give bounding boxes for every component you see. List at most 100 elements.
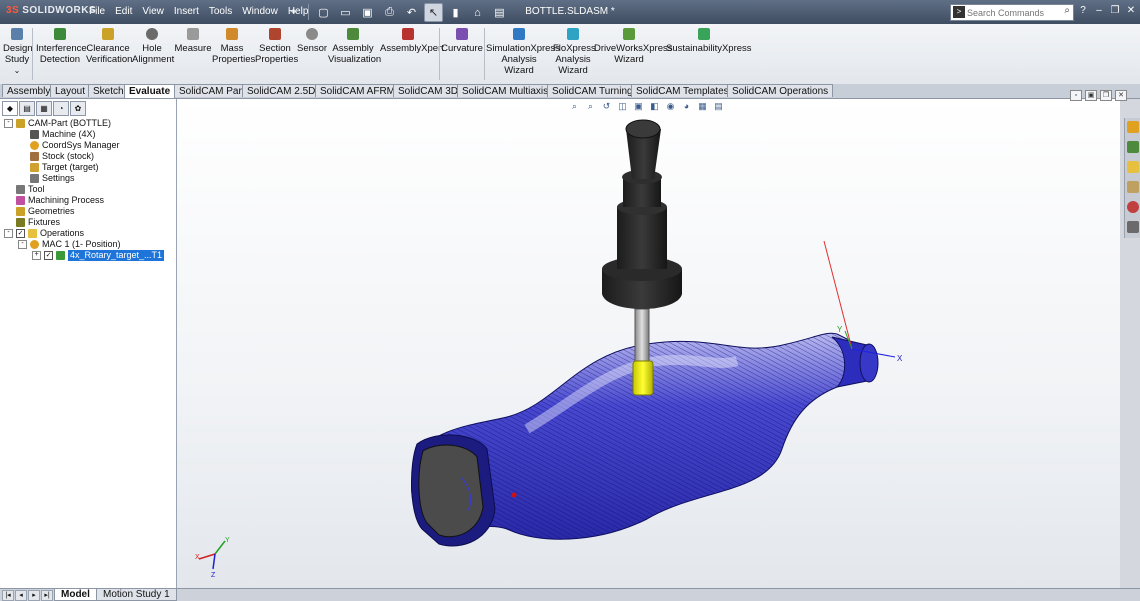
tab-solidcam-multiaxis[interactable]: SolidCAM Multiaxis (457, 84, 554, 97)
tab-layout[interactable]: Layout (50, 84, 91, 97)
tab-solidcam-operations[interactable]: SolidCAM Operations (727, 84, 834, 97)
next-tab-icon[interactable]: ▸ (28, 590, 40, 601)
view-palette-icon[interactable] (1127, 181, 1139, 193)
coordsys-icon (30, 141, 39, 150)
design-library-icon[interactable] (1127, 141, 1139, 153)
select-arrow-icon[interactable]: ↖ (424, 3, 443, 22)
measure-button[interactable]: Measure (174, 28, 212, 54)
file-explorer-icon[interactable] (1127, 161, 1139, 173)
minimize-button[interactable]: – (1092, 2, 1106, 20)
fixtures-icon (16, 218, 25, 227)
tree-item-rotary-operation[interactable]: + ✓ 4x_Rotary_target_...T1 (32, 250, 165, 261)
pushpin-icon[interactable]: ⌖ (284, 3, 303, 22)
collapse-icon[interactable]: - (4, 229, 13, 238)
previous-tab-icon[interactable]: ◂ (15, 590, 27, 601)
appearances-scenes-icon[interactable] (1127, 201, 1139, 213)
viewport-minimize-icon[interactable]: ▫ (1070, 90, 1082, 101)
help-icon[interactable]: ? (1076, 2, 1090, 20)
tree-item-geometries[interactable]: Geometries (16, 206, 75, 217)
property-manager-tab-icon[interactable]: ▦ (36, 101, 52, 116)
menu-window[interactable]: Window (237, 0, 283, 24)
viewport-restore-icon[interactable]: ❐ (1100, 90, 1112, 101)
simulationxpress-button[interactable]: SimulationXpress Analysis Wizard (486, 28, 560, 76)
configuration-manager-tab-icon[interactable]: ◔ (53, 101, 69, 116)
interference-detection-button[interactable]: Interference Detection (36, 28, 87, 65)
assembly-visualization-icon (347, 28, 359, 40)
sensor-button[interactable]: Sensor (297, 28, 327, 54)
solidcam-manager-tab-icon[interactable]: ◆ (2, 101, 18, 116)
hole-alignment-button[interactable]: Hole Alignment (132, 28, 174, 65)
tab-model[interactable]: Model (54, 589, 97, 601)
tab-evaluate[interactable]: Evaluate (124, 84, 176, 98)
tab-solidcam-turning[interactable]: SolidCAM Turning (547, 84, 638, 97)
sustainabilityxpress-button[interactable]: SustainabilityXpress (666, 28, 752, 54)
checkbox-checked-icon[interactable]: ✓ (16, 229, 25, 238)
design-study-button[interactable]: Design Study ⌄ (3, 28, 33, 76)
menu-tools[interactable]: Tools (204, 0, 237, 24)
save-icon[interactable]: ▣ (358, 3, 377, 22)
collapse-icon[interactable]: - (4, 119, 13, 128)
first-tab-icon[interactable]: |◂ (2, 590, 14, 601)
checkbox-checked-icon[interactable]: ✓ (44, 251, 53, 260)
search-input[interactable] (967, 5, 1053, 20)
tree-item-fixtures[interactable]: Fixtures (16, 217, 60, 228)
tree-item-stock[interactable]: Stock (stock) (30, 151, 94, 162)
search-scope-icon[interactable]: > (953, 6, 965, 18)
tree-item-operations[interactable]: - ✓ Operations (4, 228, 84, 239)
open-folder-icon[interactable]: ▭ (336, 3, 355, 22)
file-properties-icon[interactable]: ⌂ (468, 3, 487, 22)
tree-item-cam-part[interactable]: - CAM-Part (BOTTLE) (4, 118, 111, 129)
search-commands-box[interactable]: > ⌕ (950, 4, 1074, 21)
new-document-icon[interactable]: ▢ (314, 3, 333, 22)
tab-solidcam-part[interactable]: SolidCAM Part (174, 84, 250, 97)
menu-view[interactable]: View (137, 0, 169, 24)
rebuild-icon[interactable]: ▮ (446, 3, 465, 22)
tab-solidcam-3d[interactable]: SolidCAM 3D (393, 84, 464, 97)
feature-tree-tab-icon[interactable]: ▤ (19, 101, 35, 116)
close-button[interactable]: ✕ (1124, 2, 1138, 20)
mass-properties-button[interactable]: Mass Properties (212, 28, 255, 65)
tree-item-mac-1[interactable]: - MAC 1 (1- Position) (18, 239, 121, 250)
tab-solidcam-afrm[interactable]: SolidCAM AFRM (315, 84, 401, 97)
curvature-button[interactable]: Curvature (441, 28, 483, 54)
assembly-visualization-button[interactable]: Assembly Visualization (328, 28, 381, 65)
design-study-label: Design Study (3, 43, 33, 65)
search-icon[interactable]: ⌕ (1064, 5, 1070, 16)
tab-assembly[interactable]: Assembly (2, 84, 56, 97)
tree-item-target[interactable]: Target (target) (30, 162, 99, 173)
bottle-base-end[interactable] (411, 434, 496, 547)
restore-button[interactable]: ❐ (1108, 2, 1122, 20)
last-tab-icon[interactable]: ▸| (41, 590, 53, 601)
driveworksxpress-button[interactable]: DriveWorksXpress Wizard (594, 28, 672, 65)
display-manager-tab-icon[interactable]: ✿ (70, 101, 86, 116)
menu-insert[interactable]: Insert (169, 0, 204, 24)
options-icon[interactable]: ▤ (490, 3, 509, 22)
simulationxpress-label: SimulationXpress Analysis Wizard (486, 43, 560, 76)
tree-item-coordsys-manager[interactable]: CoordSys Manager (30, 140, 120, 151)
task-pane-tabs (1124, 118, 1140, 238)
collapse-icon[interactable]: - (18, 240, 27, 249)
tab-sketch[interactable]: Sketch (88, 84, 129, 97)
tab-solidcam-25d[interactable]: SolidCAM 2.5D (242, 84, 321, 97)
tab-solidcam-templates[interactable]: SolidCAM Templates (631, 84, 734, 97)
tree-item-settings[interactable]: Settings (30, 173, 75, 184)
tab-motion-study-1[interactable]: Motion Study 1 (96, 589, 177, 601)
tree-item-machine[interactable]: Machine (4X) (30, 129, 96, 140)
sensor-label: Sensor (297, 43, 328, 54)
assemblyxpert-button[interactable]: AssemblyXpert (380, 28, 444, 54)
tree-item-machining-process[interactable]: Machining Process (16, 195, 104, 206)
graphics-viewport[interactable]: ⌕ ⌕ ↺ ◫ ▣ ◧ ◉ ◕ ▦ ▤ X Y Y X Z (177, 99, 1120, 588)
tree-item-tool[interactable]: Tool (16, 184, 45, 195)
viewport-close-icon[interactable]: ✕ (1115, 90, 1127, 101)
solidworks-resources-icon[interactable] (1127, 121, 1139, 133)
viewport-tile-icon[interactable]: ▣ (1085, 90, 1097, 101)
print-icon[interactable]: ⎙ (380, 3, 399, 22)
menu-file[interactable]: File (84, 0, 110, 24)
clearance-verification-button[interactable]: Clearance Verification (86, 28, 132, 65)
expand-icon[interactable]: + (32, 251, 41, 260)
menu-edit[interactable]: Edit (110, 0, 137, 24)
undo-icon[interactable]: ↶ (402, 3, 421, 22)
floxpress-button[interactable]: FloXpress Analysis Wizard (553, 28, 596, 76)
section-properties-button[interactable]: Section Properties (255, 28, 298, 65)
custom-properties-icon[interactable] (1127, 221, 1139, 233)
